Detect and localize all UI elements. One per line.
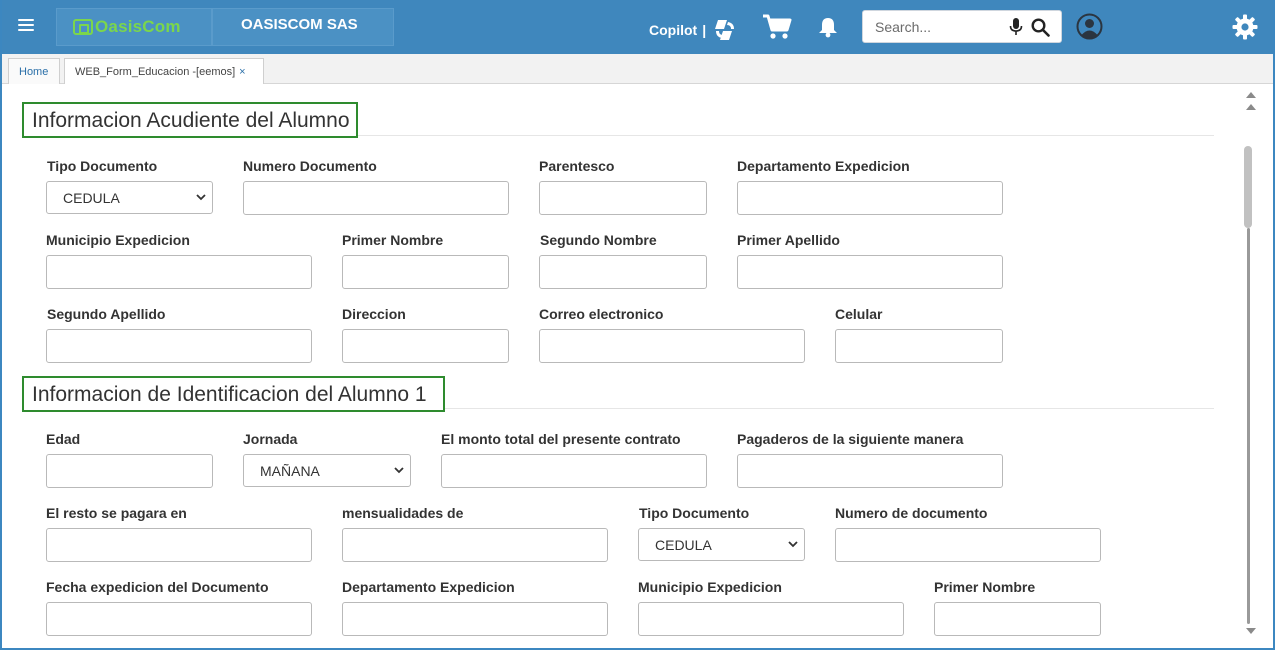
input-direccion[interactable]: [342, 329, 509, 363]
input-fecha-expedicion[interactable]: [46, 602, 312, 636]
label-departamento-expedicion-alumno: Departamento Expedicion: [342, 579, 515, 595]
label-edad: Edad: [46, 431, 81, 447]
search-input[interactable]: [864, 12, 1004, 41]
avatar-icon[interactable]: [1076, 13, 1103, 40]
input-segundo-nombre[interactable]: [539, 255, 707, 289]
label-mensualidades: mensualidades de: [342, 505, 464, 521]
label-primer-apellido: Primer Apellido: [737, 232, 840, 248]
input-parentesco[interactable]: [539, 181, 707, 215]
copilot-label: Copilot: [649, 22, 698, 38]
logo-mark-icon: [73, 19, 93, 35]
tab-form-label: WEB_Form_Educacion -[eemos]: [75, 66, 236, 78]
scroll-up-arrow-icon[interactable]: [1246, 104, 1256, 110]
vertical-scrollbar[interactable]: [1242, 86, 1262, 642]
search-icon[interactable]: [1031, 18, 1050, 37]
input-numero-documento[interactable]: [243, 181, 509, 215]
scroll-down-arrow-icon[interactable]: [1246, 628, 1256, 634]
input-resto-pagara[interactable]: [46, 528, 312, 562]
gear-icon[interactable]: [1232, 14, 1258, 40]
top-header-bar: OasisCom OASISCOM SAS Copilot |: [0, 0, 1275, 54]
section-title-acudiente: Informacion Acudiente del Alumno: [22, 102, 358, 138]
chevron-down-icon: [196, 194, 206, 201]
input-segundo-apellido[interactable]: [46, 329, 312, 363]
input-edad[interactable]: [46, 454, 213, 488]
input-monto-total[interactable]: [441, 454, 707, 488]
company-selector[interactable]: OASISCOM SAS: [212, 8, 394, 46]
select-tipo-documento-value: CEDULA: [63, 189, 120, 206]
section-divider: [445, 408, 1214, 409]
form-content: Informacion Acudiente del Alumno Tipo Do…: [2, 84, 1242, 648]
scroll-up-arrow-icon[interactable]: [1246, 92, 1256, 98]
input-primer-apellido[interactable]: [737, 255, 1003, 289]
input-celular[interactable]: [835, 329, 1003, 363]
logo[interactable]: OasisCom: [56, 8, 212, 46]
tab-bar: Home WEB_Form_Educacion -[eemos] ×: [2, 54, 1273, 85]
label-primer-nombre-alumno: Primer Nombre: [934, 579, 1036, 595]
copilot-button[interactable]: Copilot |: [649, 18, 738, 42]
section-title-identificacion: Informacion de Identificacion del Alumno…: [22, 376, 445, 412]
label-tipo-documento-alumno: Tipo Documento: [639, 505, 750, 521]
section-divider: [358, 135, 1214, 136]
input-correo-electronico[interactable]: [539, 329, 805, 363]
logo-text: OasisCom: [95, 17, 181, 36]
copilot-separator: |: [702, 22, 707, 38]
input-mensualidades[interactable]: [342, 528, 608, 562]
input-primer-nombre[interactable]: [342, 255, 509, 289]
label-municipio-expedicion-alumno: Municipio Expedicion: [638, 579, 782, 595]
input-numero-de-documento[interactable]: [835, 528, 1101, 562]
label-segundo-apellido: Segundo Apellido: [47, 306, 166, 322]
hamburger-menu-icon[interactable]: [18, 19, 34, 33]
chevron-down-icon: [788, 541, 798, 548]
copilot-icon: [715, 20, 735, 40]
company-name: OASISCOM SAS: [241, 16, 358, 33]
label-primer-nombre: Primer Nombre: [342, 232, 444, 248]
tab-web-form-educacion[interactable]: WEB_Form_Educacion -[eemos] ×: [64, 58, 264, 85]
input-pagaderos[interactable]: [737, 454, 1003, 488]
microphone-icon[interactable]: [1009, 18, 1023, 36]
label-numero-documento: Numero Documento: [243, 158, 377, 174]
cart-icon[interactable]: [762, 14, 792, 40]
select-jornada-value: MAÑANA: [260, 462, 320, 479]
tab-home[interactable]: Home: [8, 58, 60, 84]
label-celular: Celular: [835, 306, 883, 322]
select-tipo-documento-alumno-value: CEDULA: [655, 536, 712, 553]
search-box: [862, 10, 1062, 43]
tab-home-label: Home: [19, 65, 49, 78]
select-tipo-documento[interactable]: CEDULA: [46, 181, 213, 214]
label-departamento-expedicion: Departamento Expedicion: [737, 158, 910, 174]
input-municipio-expedicion[interactable]: [46, 255, 312, 289]
label-tipo-documento: Tipo Documento: [47, 158, 158, 174]
label-correo-electronico: Correo electronico: [539, 306, 664, 322]
tab-close-icon[interactable]: ×: [239, 66, 245, 78]
label-resto-pagara: El resto se pagara en: [46, 505, 187, 521]
label-pagaderos: Pagaderos de la siguiente manera: [737, 431, 964, 447]
scroll-track[interactable]: [1247, 228, 1250, 624]
bell-icon[interactable]: [818, 16, 838, 38]
label-segundo-nombre: Segundo Nombre: [540, 232, 657, 248]
scroll-thumb[interactable]: [1244, 146, 1252, 228]
label-jornada: Jornada: [243, 431, 298, 447]
label-numero-de-documento: Numero de documento: [835, 505, 988, 521]
input-departamento-expedicion-alumno[interactable]: [342, 602, 608, 636]
label-fecha-expedicion: Fecha expedicion del Documento: [46, 579, 269, 595]
chevron-down-icon: [394, 467, 404, 474]
input-departamento-expedicion[interactable]: [737, 181, 1003, 215]
label-direccion: Direccion: [342, 306, 406, 322]
input-municipio-expedicion-alumno[interactable]: [638, 602, 904, 636]
label-monto-total: El monto total del presente contrato: [441, 431, 681, 447]
select-tipo-documento-alumno[interactable]: CEDULA: [638, 528, 805, 561]
label-municipio-expedicion: Municipio Expedicion: [46, 232, 190, 248]
label-parentesco: Parentesco: [539, 158, 615, 174]
input-primer-nombre-alumno[interactable]: [934, 602, 1101, 636]
select-jornada[interactable]: MAÑANA: [243, 454, 411, 487]
